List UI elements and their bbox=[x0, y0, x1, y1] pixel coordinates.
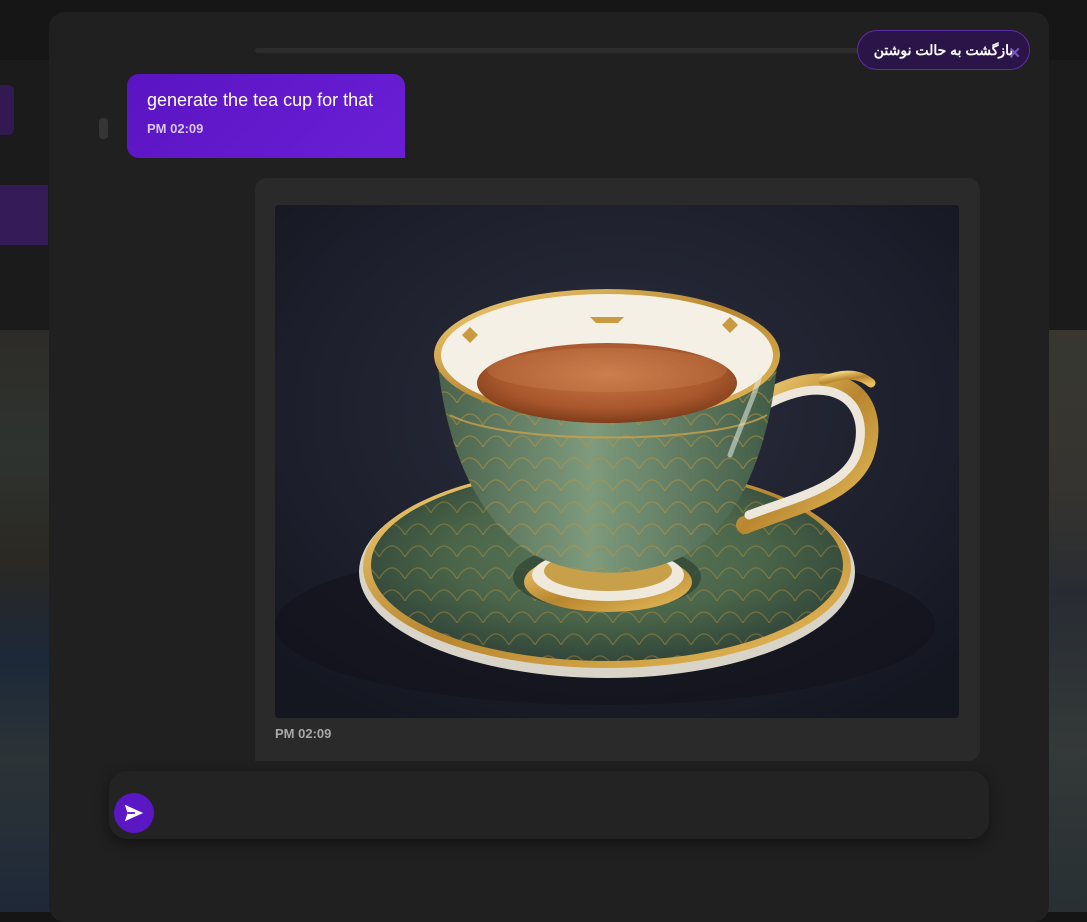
send-button[interactable] bbox=[114, 793, 154, 833]
background-accent bbox=[0, 85, 14, 135]
teacup-illustration bbox=[275, 205, 959, 718]
top-progress-track bbox=[255, 48, 865, 53]
scroll-handle[interactable] bbox=[99, 118, 108, 139]
generated-image[interactable] bbox=[275, 205, 959, 718]
message-timestamp: PM 02:09 bbox=[275, 726, 331, 741]
user-message-bubble: generate the tea cup for that PM 02:09 bbox=[127, 74, 405, 158]
send-icon bbox=[123, 802, 145, 824]
user-message-text: generate the tea cup for that bbox=[147, 90, 385, 111]
background-accent bbox=[0, 185, 48, 245]
message-timestamp: PM 02:09 bbox=[147, 121, 385, 136]
background-strip bbox=[1047, 330, 1087, 912]
message-input[interactable] bbox=[171, 785, 971, 825]
message-composer bbox=[109, 771, 989, 839]
background-strip bbox=[0, 330, 50, 912]
assistant-message-card: PM 02:09 bbox=[255, 178, 980, 761]
chat-panel: بازگشت به حالت نوشتن ✕ generate the tea … bbox=[49, 12, 1049, 922]
close-icon[interactable]: ✕ bbox=[1008, 44, 1021, 62]
back-to-edit-button[interactable]: بازگشت به حالت نوشتن ✕ bbox=[857, 30, 1030, 70]
back-to-edit-label: بازگشت به حالت نوشتن bbox=[874, 42, 1014, 59]
